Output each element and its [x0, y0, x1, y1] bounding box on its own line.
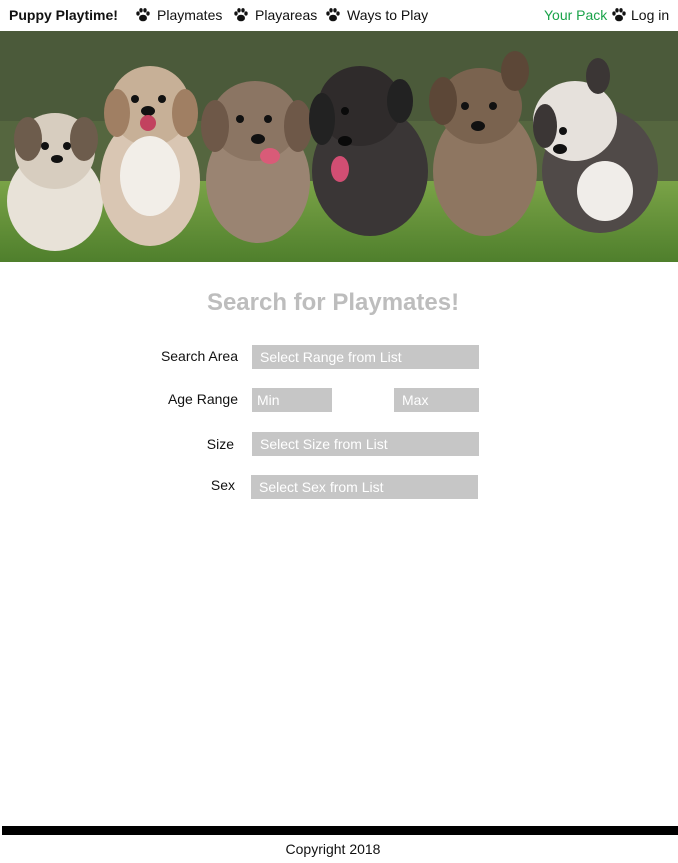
sex-select[interactable]: Select Sex from List: [251, 475, 478, 499]
puppy-3: [201, 81, 312, 243]
search-area-label: Search Area: [160, 348, 238, 364]
nav-item-playareas[interactable]: Playareas: [233, 7, 317, 23]
puppies-illustration: [0, 31, 678, 262]
paw-icon: [234, 8, 248, 22]
nav-item-label: Ways to Play: [347, 7, 429, 23]
nav-item-label: Playareas: [255, 7, 318, 23]
sex-label: Sex: [210, 477, 235, 493]
puppy-4: [309, 66, 428, 236]
footer-divider: [2, 826, 678, 835]
your-pack-link[interactable]: Your Pack: [544, 7, 607, 23]
puppy-5: [429, 51, 537, 236]
nav-item-label: Playmates: [157, 7, 223, 23]
hero-image: [0, 31, 678, 262]
page-title: Search for Playmates!: [206, 289, 460, 316]
puppy-2: [100, 66, 200, 246]
age-range-label: Age Range: [167, 391, 238, 407]
nav-item-ways-to-play[interactable]: Ways to Play: [325, 7, 428, 23]
paw-icon: [326, 8, 340, 22]
top-nav: Puppy Playtime! Playmates Playareas Ways…: [0, 0, 678, 31]
copyright-text: Copyright 2018: [285, 841, 381, 857]
login-link[interactable]: Log in: [611, 7, 669, 23]
age-min-input[interactable]: Min: [252, 388, 332, 412]
size-select[interactable]: Select Size from List: [252, 432, 479, 456]
paw-icon: [136, 8, 150, 22]
search-area-select[interactable]: Select Range from List: [252, 345, 479, 369]
age-max-input[interactable]: Max: [394, 388, 479, 412]
paw-icon: [612, 8, 626, 22]
nav-item-playmates[interactable]: Playmates: [135, 7, 222, 23]
puppy-1: [7, 113, 103, 251]
login-label: Log in: [631, 7, 670, 23]
size-label: Size: [206, 436, 234, 452]
brand-logo[interactable]: Puppy Playtime!: [9, 7, 118, 23]
